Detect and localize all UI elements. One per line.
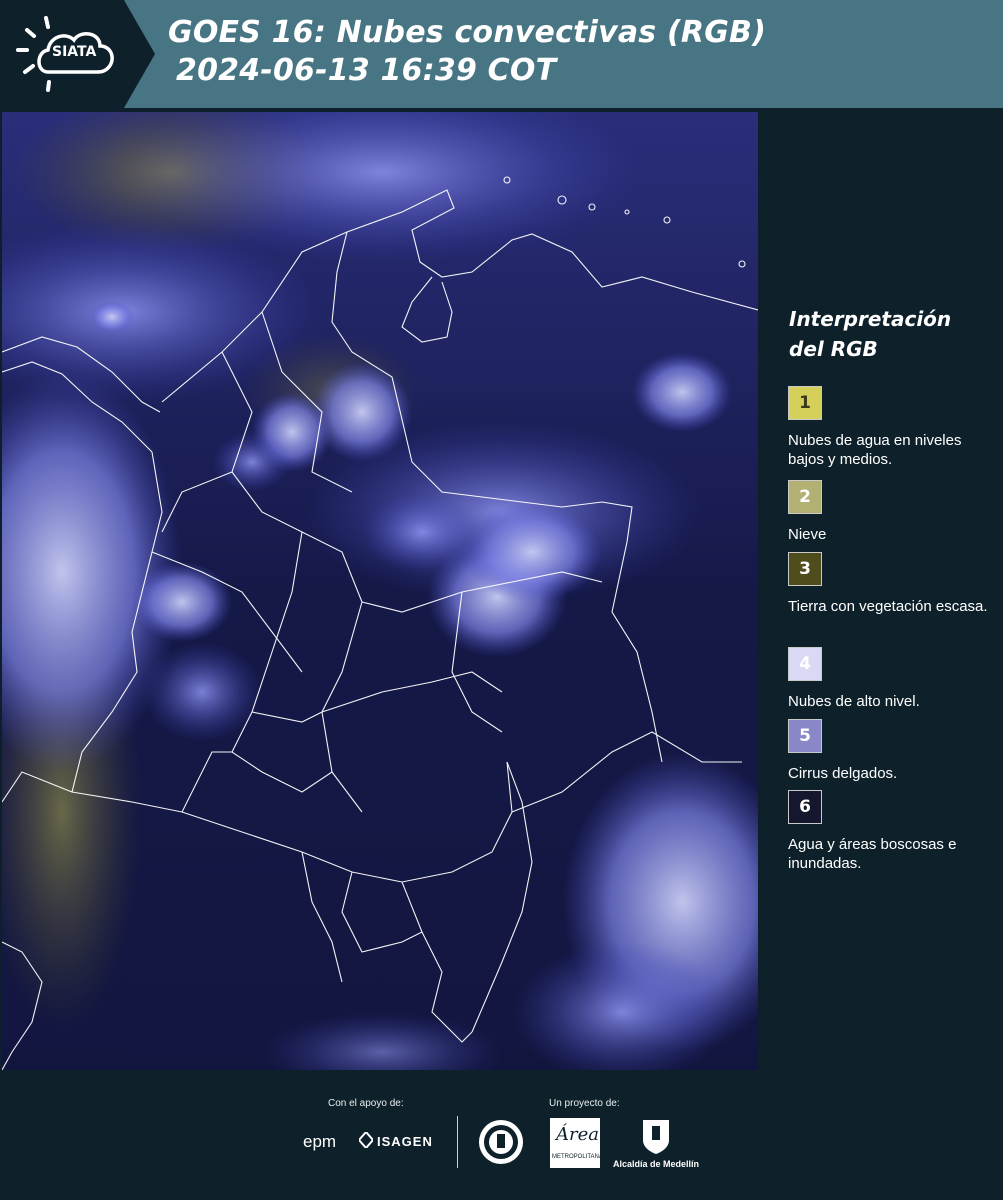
siata-logo: SIATA — [0, 0, 155, 108]
legend-swatch-4: 4 — [788, 647, 822, 681]
legend-item-4: 4 Nubes de alto nivel. — [788, 647, 998, 711]
title-datetime: 2024-06-13 16:39 COT — [176, 53, 557, 88]
support-caption: Con el apoyo de: — [328, 1098, 404, 1109]
area-logo-subtext: METROPOLITANA — [552, 1154, 603, 1160]
project-caption: Un proyecto de: — [549, 1098, 620, 1109]
legend-title: Interpretación del RGB — [789, 307, 952, 361]
medellin-seal-icon — [477, 1118, 525, 1166]
alcaldia-shield-icon — [641, 1118, 671, 1156]
legend-label-1: Nubes de agua en niveles bajos y medios. — [788, 432, 962, 468]
legend-swatch-6: 6 — [788, 790, 822, 824]
isagen-logo: ISAGEN — [377, 1134, 433, 1149]
legend-item-3: 3 Tierra con vegetación escasa. — [788, 552, 998, 616]
area-logo-text: Área — [556, 1124, 599, 1145]
legend-swatch-2: 2 — [788, 480, 822, 514]
logo-text: SIATA — [52, 44, 97, 60]
epm-logo: epm — [303, 1132, 337, 1151]
legend-item-1: 1 Nubes de agua en niveles bajos y medio… — [788, 386, 998, 469]
footer-divider — [457, 1116, 458, 1168]
isagen-icon — [357, 1130, 375, 1150]
legend-swatch-3: 3 — [788, 552, 822, 586]
legend-panel: Interpretación del RGB 1 Nubes de agua e… — [760, 108, 1003, 1070]
legend-swatch-1: 1 — [788, 386, 822, 420]
area-metropolitana-logo: Área METROPOLITANA — [550, 1118, 603, 1168]
footer-bar: Con el apoyo de: Un proyecto de: epm ISA… — [0, 1070, 1003, 1200]
header-bar: SIATA GOES 16: Nubes convectivas (RGB) 2… — [0, 0, 1003, 108]
legend-label-2: Nieve — [788, 526, 827, 543]
alcaldia-label: Alcaldía de Medellín — [613, 1159, 700, 1169]
title-line1: GOES 16: Nubes convectivas (RGB) — [168, 15, 767, 50]
legend-item-5: 5 Cirrus delgados. — [788, 719, 998, 783]
legend-swatch-5: 5 — [788, 719, 822, 753]
legend-label-5: Cirrus delgados. — [788, 765, 898, 782]
satellite-map — [2, 112, 758, 1070]
legend-label-4: Nubes de alto nivel. — [788, 693, 920, 710]
legend-item-2: 2 Nieve — [788, 480, 998, 544]
legend-label-3: Tierra con vegetación escasa. — [788, 598, 988, 615]
legend-label-6: Agua y áreas boscosas e inundadas. — [788, 836, 957, 872]
legend-item-6: 6 Agua y áreas boscosas e inundadas. — [788, 790, 998, 873]
page-title: GOES 16: Nubes convectivas (RGB) 2024-06… — [168, 14, 766, 90]
